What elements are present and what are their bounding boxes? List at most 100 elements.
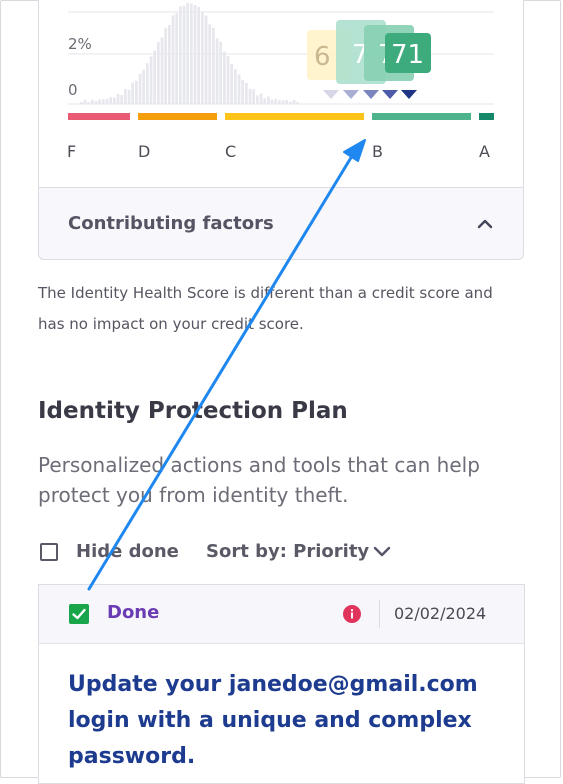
histogram-bar bbox=[223, 51, 226, 104]
histogram-bar bbox=[146, 63, 149, 104]
histogram-bar bbox=[91, 99, 94, 104]
histogram-bar bbox=[153, 50, 156, 104]
histogram-bar bbox=[109, 97, 112, 104]
grade-label: B bbox=[372, 142, 383, 161]
histogram-bar bbox=[226, 56, 230, 104]
histogram-bar bbox=[281, 100, 285, 104]
check-icon bbox=[72, 608, 86, 620]
histogram-bar bbox=[164, 27, 167, 105]
histogram-bar bbox=[87, 102, 90, 104]
y-tick-label: 2% bbox=[68, 35, 92, 53]
histogram-bar bbox=[215, 38, 219, 104]
score-marker bbox=[343, 90, 359, 99]
grade-label: C bbox=[225, 142, 236, 161]
task-date: 02/02/2024 bbox=[394, 604, 487, 623]
histogram-bar bbox=[171, 15, 175, 104]
score-markers bbox=[323, 90, 417, 99]
contributing-factors-label: Contributing factors bbox=[68, 213, 274, 234]
grade-label: A bbox=[479, 142, 490, 161]
histogram-bar bbox=[175, 13, 178, 104]
histogram-bar bbox=[160, 37, 164, 104]
header-divider bbox=[379, 600, 380, 628]
info-icon[interactable] bbox=[343, 605, 361, 623]
score-distribution-chart: 2% 0 F D C B A 6 7 7 71 bbox=[67, 2, 494, 161]
histogram-bar bbox=[105, 98, 109, 104]
score-marker bbox=[363, 90, 379, 99]
histogram-bar bbox=[138, 74, 142, 104]
task-status: Done bbox=[107, 602, 160, 623]
grade-label: D bbox=[138, 142, 150, 161]
grade-segment bbox=[138, 113, 217, 120]
histogram-bar bbox=[274, 98, 277, 104]
histogram-bar bbox=[204, 15, 208, 104]
histogram-bar bbox=[292, 100, 296, 104]
histogram-bar bbox=[168, 25, 171, 104]
score-marker bbox=[382, 90, 398, 99]
histogram-bar bbox=[208, 24, 211, 104]
plan-subtitle: Personalized actions and tools that can … bbox=[38, 453, 480, 507]
histogram-bar bbox=[131, 82, 134, 104]
histogram-bars bbox=[80, 2, 299, 105]
grade-segment bbox=[372, 113, 471, 120]
histogram-bar bbox=[267, 96, 270, 104]
done-checkbox[interactable] bbox=[69, 604, 89, 624]
task-title[interactable]: Update your janedoe@gmail.com login with… bbox=[68, 667, 498, 775]
histogram-bar bbox=[263, 98, 266, 104]
histogram-bar bbox=[212, 27, 215, 105]
grade-segment bbox=[225, 113, 364, 120]
histogram-bar bbox=[179, 6, 182, 104]
histogram-bar bbox=[80, 102, 83, 104]
histogram-bar bbox=[259, 93, 263, 104]
chevron-up-icon bbox=[477, 219, 493, 229]
hide-done-label[interactable]: Hide done bbox=[76, 541, 179, 562]
histogram-bar bbox=[142, 69, 145, 104]
chevron-down-icon[interactable] bbox=[373, 546, 391, 558]
histogram-bar bbox=[149, 56, 153, 104]
current-score-value: 71 bbox=[391, 40, 424, 70]
histogram-bar bbox=[157, 42, 160, 104]
sort-label[interactable]: Sort by: Priority bbox=[206, 541, 369, 562]
histogram-bar bbox=[234, 69, 237, 104]
histogram-bar bbox=[102, 99, 105, 104]
score-disclaimer: The Identity Health Score is different t… bbox=[38, 284, 493, 333]
histogram-bar bbox=[201, 12, 204, 104]
histogram-bar bbox=[182, 5, 186, 105]
histogram-bar bbox=[230, 63, 233, 104]
histogram-bar bbox=[289, 101, 292, 104]
histogram-bar bbox=[190, 3, 193, 104]
histogram-bar bbox=[241, 80, 244, 104]
histogram-bar bbox=[245, 83, 248, 104]
histogram-bar bbox=[296, 102, 299, 104]
score-marker bbox=[401, 90, 417, 99]
hide-done-checkbox[interactable] bbox=[40, 543, 58, 561]
histogram-bar bbox=[116, 93, 120, 104]
task-card[interactable]: Done 02/02/2024 Update your janedoe@gmai… bbox=[38, 584, 525, 784]
grade-segments bbox=[68, 113, 494, 120]
histogram-bar bbox=[98, 99, 101, 104]
histogram-bar bbox=[193, 5, 197, 104]
histogram-bar bbox=[197, 7, 200, 104]
grade-label: F bbox=[67, 142, 76, 161]
histogram-bar bbox=[219, 41, 222, 104]
histogram-bar bbox=[135, 80, 138, 104]
histogram-bar bbox=[252, 89, 255, 104]
grade-segment bbox=[68, 113, 130, 120]
histogram-bar bbox=[120, 95, 123, 104]
histogram-bar bbox=[278, 100, 281, 104]
histogram-bar bbox=[94, 101, 98, 104]
plan-controls: Hide done Sort by: Priority bbox=[38, 540, 528, 566]
y-tick-label: 0 bbox=[68, 81, 78, 99]
contributing-factors-toggle[interactable]: Contributing factors bbox=[38, 187, 524, 260]
histogram-bar bbox=[83, 99, 87, 104]
histogram-bar bbox=[124, 89, 127, 104]
score-badge-value: 6 bbox=[314, 42, 331, 72]
histogram-bar bbox=[113, 97, 116, 104]
histogram-bar bbox=[186, 2, 189, 104]
plan-title: Identity Protection Plan bbox=[38, 398, 348, 424]
histogram-bar bbox=[285, 100, 288, 104]
task-header: Done 02/02/2024 bbox=[39, 585, 524, 644]
histogram-bar bbox=[127, 89, 131, 104]
score-marker bbox=[323, 90, 339, 99]
grade-segment bbox=[479, 113, 494, 120]
histogram-bar bbox=[270, 99, 274, 104]
